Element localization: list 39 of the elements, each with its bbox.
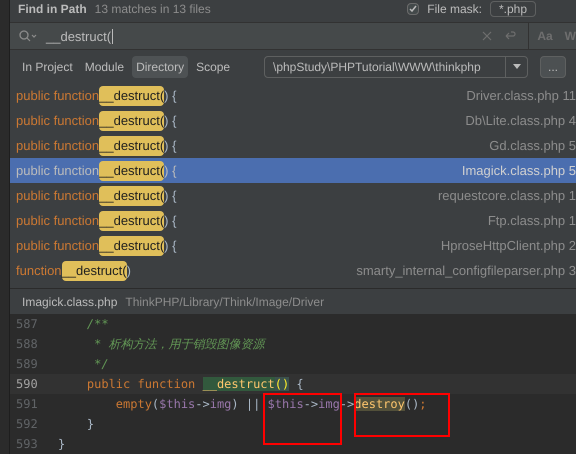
code-line: } [86, 416, 94, 433]
line-number: 588 [15, 336, 39, 353]
directory-field[interactable]: \phpStudy\PHPTutorial\WWW\thinkphp [264, 56, 528, 78]
result-row[interactable]: public function__destruct() { Imagick.class.php 5 [10, 158, 576, 184]
code-line: */ [93, 356, 109, 373]
preview-file-name: Imagick.class.php [22, 294, 118, 311]
scope-tab[interactable]: Directory [132, 56, 188, 78]
line-number: 591 [15, 396, 39, 413]
code-line: public function __destruct() { [86, 376, 304, 393]
close-icon[interactable] [482, 31, 492, 41]
line-number: 592 [15, 416, 39, 433]
search-field[interactable]: __destruct( [46, 28, 114, 44]
file-mask-checkbox[interactable] [407, 3, 420, 15]
file-mask-field[interactable]: *.php [490, 1, 536, 17]
scope-tab[interactable]: Scope [192, 56, 234, 78]
search-icon[interactable] [18, 29, 38, 43]
code-line: /** [86, 316, 109, 333]
result-row[interactable]: public function__destruct() { Driver.class.php 11 [10, 83, 576, 108]
code-line: * 析构方法，用于销毁图像资源 [93, 336, 265, 353]
browse-button[interactable]: ... [540, 56, 566, 78]
file-mask-label: File mask: [427, 1, 482, 18]
newline-icon[interactable] [504, 30, 516, 42]
line-number: 593 [15, 436, 39, 453]
result-row[interactable]: public function__destruct() { Ftp.class.php 1 [10, 208, 576, 234]
line-number: 590 [15, 376, 39, 393]
result-row[interactable]: public function__destruct() { HproseHttpClient.php 2 [10, 233, 576, 258]
result-row[interactable]: public function__destruct() { requestcore.class.php 1 [10, 183, 576, 208]
dialog-title: Find in Path [18, 1, 87, 18]
scope-tab[interactable]: Module [80, 56, 128, 78]
preview-file-path: ThinkPHP/Library/Think/Image/Driver [125, 294, 324, 311]
result-row[interactable]: public function__destruct() { Gd.class.php 5 [10, 133, 576, 158]
result-row[interactable]: public function__destruct() { Db\Lite.class.php 4 [10, 108, 576, 134]
code-line: empty($this->img) || $this->img->destroy(); [114, 396, 427, 413]
line-number: 589 [15, 356, 39, 373]
line-number: 587 [15, 316, 39, 333]
scope-tab[interactable]: In Project [18, 56, 77, 78]
dropdown-arrow-icon[interactable] [512, 64, 520, 70]
match-count: 13 matches in 13 files [94, 1, 211, 18]
code-line: } [58, 436, 66, 453]
